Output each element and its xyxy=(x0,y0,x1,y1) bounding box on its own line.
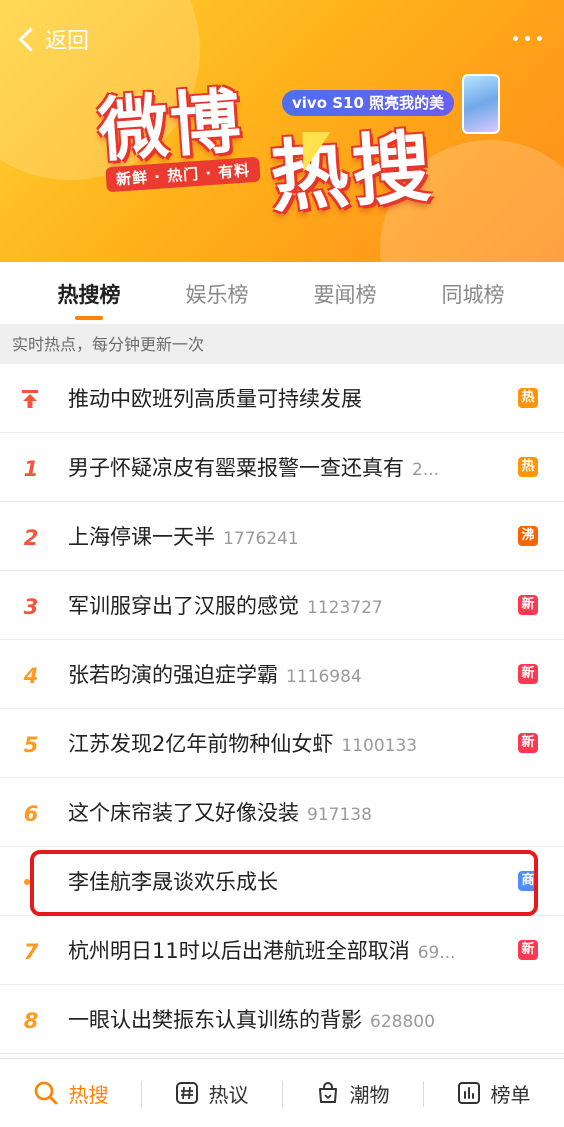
nav-hot-search[interactable]: 热搜 xyxy=(0,1059,141,1127)
tab-label: 同城榜 xyxy=(441,283,505,307)
chevron-left-icon xyxy=(18,26,43,52)
highlight-box xyxy=(30,850,538,916)
active-tab-indicator xyxy=(75,316,103,320)
new-badge: 新 xyxy=(518,733,538,753)
topic-title: 军训服穿出了汉服的感觉 1123727 xyxy=(68,594,383,618)
phone-image xyxy=(462,74,500,134)
chart-icon xyxy=(457,1082,480,1104)
topic-title: 这个床帘装了又好像没装 917138 xyxy=(68,801,372,825)
topic-row[interactable]: 4 张若昀演的强迫症学霸 1116984 新 xyxy=(0,640,564,709)
rank-number: 6 xyxy=(23,802,39,826)
heat-count: 1123727 xyxy=(307,598,383,618)
rank-number: 3 xyxy=(23,595,39,619)
hot-badge: 热 xyxy=(518,457,538,477)
nav-label: 热搜 xyxy=(68,1082,109,1107)
boiling-badge: 沸 xyxy=(518,526,538,546)
heat-count: 1100133 xyxy=(341,736,418,756)
topic-row[interactable]: 8 一眼认出樊振东认真训练的背影 628800 xyxy=(0,985,564,1054)
bottom-nav: 热搜 热议 潮物 榜单 xyxy=(0,1058,564,1126)
topic-row[interactable]: 7 杭州明日11时以后出港航班全部取消 69... 新 xyxy=(0,916,564,985)
nav-trending-goods[interactable]: 潮物 xyxy=(282,1059,423,1127)
heat-count: 917138 xyxy=(307,805,372,825)
dot-icon xyxy=(537,36,542,41)
hashtag-icon xyxy=(175,1082,198,1104)
hot-search-banner: 返回 微博 热搜 新鲜 · 热门 · 有料 vivo S10 照亮我的美 xyxy=(0,0,564,262)
nav-label: 热议 xyxy=(208,1082,249,1107)
topic-row[interactable]: 1 男子怀疑凉皮有罂粟报警一查还真有 2... 热 xyxy=(0,433,564,502)
back-label: 返回 xyxy=(45,29,90,54)
topic-title: 推动中欧班列高质量可持续发展 xyxy=(68,387,362,411)
nav-rankings[interactable]: 榜单 xyxy=(423,1059,564,1127)
ranking-tabs: 热搜榜 娱乐榜 要闻榜 同城榜 xyxy=(0,262,564,324)
tab-local[interactable]: 同城榜 xyxy=(418,262,528,324)
dot-icon xyxy=(525,36,530,41)
tab-label: 热搜榜 xyxy=(57,283,121,307)
tab-label: 娱乐榜 xyxy=(185,283,249,307)
rank-number: 4 xyxy=(23,664,39,688)
tab-hot-search[interactable]: 热搜榜 xyxy=(34,262,144,324)
topic-title: 杭州明日11时以后出港航班全部取消 69... xyxy=(68,939,456,963)
rank-number: 2 xyxy=(23,526,39,550)
heat-count: 1776241 xyxy=(223,529,299,549)
more-options-button[interactable] xyxy=(513,36,542,41)
new-badge: 新 xyxy=(518,595,538,615)
rank-number: 7 xyxy=(23,940,39,964)
shopping-bag-icon xyxy=(318,1082,337,1103)
topic-title: 男子怀疑凉皮有罂粟报警一查还真有 2... xyxy=(68,456,440,480)
back-button[interactable]: 返回 xyxy=(14,22,89,56)
heat-count: 2... xyxy=(412,460,440,480)
heat-count: 1116984 xyxy=(286,667,362,687)
hot-search-list: 推动中欧班列高质量可持续发展 热 1 男子怀疑凉皮有罂粟报警一查还真有 2... … xyxy=(0,364,564,1054)
update-notice: 实时热点，每分钟更新一次 xyxy=(0,324,564,364)
tab-news[interactable]: 要闻榜 xyxy=(290,262,400,324)
topic-row[interactable]: 5 江苏发现2亿年前物种仙女虾 1100133 新 xyxy=(0,709,564,778)
pin-top-icon xyxy=(22,390,38,408)
nav-discussion[interactable]: 热议 xyxy=(141,1059,282,1127)
pinned-topic-row[interactable]: 推动中欧班列高质量可持续发展 热 xyxy=(0,364,564,433)
dot-icon xyxy=(513,36,518,41)
heat-count: 69... xyxy=(417,943,456,963)
rank-number: 1 xyxy=(23,457,39,481)
topic-row[interactable]: 3 军训服穿出了汉服的感觉 1123727 新 xyxy=(0,571,564,640)
nav-label: 潮物 xyxy=(349,1082,390,1107)
hot-badge: 热 xyxy=(518,388,538,408)
new-badge: 新 xyxy=(518,664,538,684)
topic-title: 江苏发现2亿年前物种仙女虾 1100133 xyxy=(68,732,418,756)
topic-title: 张若昀演的强迫症学霸 1116984 xyxy=(68,663,362,687)
tab-label: 要闻榜 xyxy=(313,283,377,307)
nav-label: 榜单 xyxy=(490,1082,531,1107)
topic-title: 一眼认出樊振东认真训练的背影 628800 xyxy=(68,1008,435,1032)
tab-entertainment[interactable]: 娱乐榜 xyxy=(162,262,272,324)
sponsor-ad[interactable]: vivo S10 照亮我的美 xyxy=(282,90,455,116)
rank-number: 8 xyxy=(23,1009,39,1033)
topic-row[interactable]: 2 上海停课一天半 1776241 沸 xyxy=(0,502,564,571)
topic-row[interactable]: 6 这个床帘装了又好像没装 917138 xyxy=(0,778,564,847)
heat-count: 628800 xyxy=(370,1012,435,1032)
rank-number: 5 xyxy=(23,733,39,757)
topic-title: 上海停课一天半 1776241 xyxy=(68,525,299,549)
search-icon xyxy=(34,1081,57,1105)
new-badge: 新 xyxy=(518,940,538,960)
